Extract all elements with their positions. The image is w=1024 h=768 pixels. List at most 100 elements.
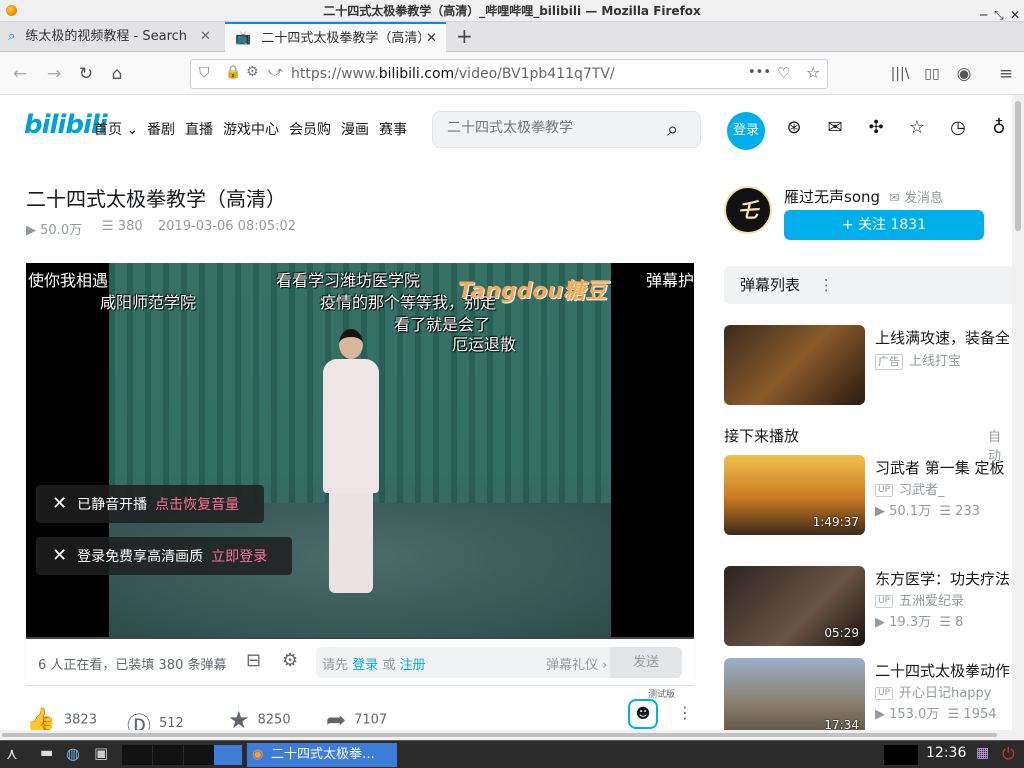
- uploader-avatar[interactable]: 乇: [724, 186, 772, 234]
- danmaku-icon: ☰: [939, 504, 952, 519]
- reload-icon[interactable]: ↻: [74, 62, 98, 86]
- url-text[interactable]: https://www.bilibili.com/video/BV1pb411q…: [291, 66, 615, 82]
- forward-icon[interactable]: →: [42, 62, 66, 86]
- performer-head: [339, 329, 363, 359]
- danmaku-count: ☰ 380: [102, 219, 143, 234]
- start-menu-icon[interactable]: ⋏: [6, 744, 18, 763]
- workspace-1[interactable]: [122, 745, 152, 765]
- clock: 12:36: [926, 745, 967, 761]
- search-input[interactable]: [447, 120, 657, 136]
- login-now-link[interactable]: 立即登录: [211, 549, 267, 565]
- more-options-icon[interactable]: ⋮: [677, 703, 693, 722]
- home-icon[interactable]: ⌂: [105, 62, 129, 86]
- register-link[interactable]: 注册: [399, 658, 425, 673]
- favorites-icon[interactable]: ☆: [906, 117, 928, 139]
- login-link[interactable]: 登录: [352, 658, 378, 673]
- nav-home[interactable]: 首页 ⌄: [94, 119, 138, 139]
- uploader-info[interactable]: UP 习武者_: [875, 479, 945, 498]
- view-count: ▶ 50.0万: [26, 223, 83, 238]
- taskbar-firefox-window[interactable]: ◉ 二十四式太极拳…: [247, 743, 397, 767]
- stats-info: ▶ 50.1万 ☰ 233: [875, 504, 980, 519]
- permissions-icon[interactable]: ⚙: [246, 64, 259, 80]
- file-manager-icon[interactable]: ▬: [40, 745, 53, 761]
- recommend-title[interactable]: 习武者 第一集 定板: [875, 457, 1005, 478]
- premium-icon[interactable]: ⊛: [783, 117, 805, 139]
- uploader-info[interactable]: UP 五洲爱纪录: [875, 590, 964, 609]
- horizontal-scrollbar[interactable]: [0, 730, 1012, 740]
- nav-live[interactable]: 直播: [185, 119, 213, 139]
- workspace-2[interactable]: [153, 745, 183, 765]
- dynamics-icon[interactable]: ✣: [865, 117, 887, 139]
- uploader-info[interactable]: UP 开心日记happy: [875, 682, 991, 701]
- scrollbar-thumb[interactable]: [2, 733, 997, 737]
- lock-icon[interactable]: 🔒: [225, 65, 241, 80]
- tab-search[interactable]: ⌕ 练太极的视频教程 - Search ✕: [0, 22, 224, 52]
- danmaku-comment: 厄运退散: [452, 335, 517, 354]
- ad-thumbnail[interactable]: [724, 325, 865, 405]
- more-options-icon[interactable]: ⋮: [819, 276, 834, 294]
- page-actions-icon[interactable]: •••: [748, 65, 771, 80]
- danmaku-settings-icon[interactable]: ⚙: [282, 650, 298, 671]
- url-bar[interactable]: ⛉ 🔒 ⚙ ⤻ https://www.bilibili.com/video/B…: [190, 59, 828, 89]
- history-icon[interactable]: ◷: [947, 117, 969, 139]
- bookmark-star-icon[interactable]: ☆: [806, 63, 820, 82]
- library-icon[interactable]: |||\: [888, 62, 912, 86]
- menu-icon[interactable]: ≡: [994, 62, 1018, 86]
- tab-bar: ⌕ 练太极的视频教程 - Search ✕ 📺 二十四式太极拳教学（高清） ✕ …: [0, 22, 1024, 52]
- nav-manga[interactable]: 漫画: [341, 119, 369, 139]
- login-toast: ✕ 登录免费享高清画质 立即登录: [36, 537, 292, 575]
- search-icon[interactable]: ⌕: [667, 117, 678, 141]
- recommend-title[interactable]: 东方医学：功夫疗法: [875, 568, 1010, 589]
- login-button[interactable]: 登录: [727, 112, 765, 150]
- close-tab-icon[interactable]: ✕: [426, 24, 437, 52]
- shield-icon[interactable]: ⛉: [199, 65, 210, 81]
- account-icon[interactable]: ◉: [952, 62, 976, 86]
- video-thumbnail[interactable]: 05:29: [724, 566, 865, 646]
- recommend-title[interactable]: 二十四式太极拳动作: [875, 660, 1010, 681]
- bilibili-tv-icon: 📺: [235, 31, 252, 46]
- video-thumbnail[interactable]: 17:34: [724, 658, 865, 738]
- danmaku-toggle-icon[interactable]: ⊟: [246, 650, 261, 671]
- video-thumbnail[interactable]: 1:49:37: [724, 455, 865, 535]
- uploader-name[interactable]: 雁过无声song: [784, 186, 880, 207]
- vertical-scrollbar[interactable]: [1012, 95, 1024, 740]
- search-icon: ⌕: [8, 29, 16, 44]
- send-button[interactable]: 发送: [610, 647, 682, 678]
- tab-bilibili[interactable]: 📺 二十四式太极拳教学（高清） ✕: [225, 22, 446, 52]
- restore-volume-link[interactable]: 点击恢复音量: [155, 497, 239, 513]
- tray-block: [884, 745, 918, 765]
- danmaku-input[interactable]: 请先 登录 或 注册 弹幕礼仪 › 发送: [316, 647, 682, 678]
- follow-button[interactable]: + 关注 1831: [784, 210, 984, 240]
- browser-icon[interactable]: ◍: [66, 744, 80, 763]
- power-icon[interactable]: ⏻: [1002, 744, 1015, 764]
- danmaku-list-panel[interactable]: 弹幕列表 ⋮: [724, 266, 1012, 304]
- video-player[interactable]: 使你我相遇 咸阳师范学院 看看学习潍坊医学院 疫情的那个等等我，别走 看了就是会…: [26, 263, 694, 639]
- workspace-3[interactable]: [184, 745, 214, 765]
- new-tab-icon[interactable]: +: [456, 24, 473, 48]
- send-message-link[interactable]: ✉ 发消息: [889, 187, 943, 206]
- window-titlebar: 二十四式太极拳教学（高清）_哔哩哔哩_bilibili — Mozilla Fi…: [0, 0, 1024, 22]
- performer-body: [323, 359, 379, 493]
- tracking-icon[interactable]: ⤻: [268, 64, 283, 80]
- back-icon[interactable]: ←: [8, 62, 32, 86]
- pocket-icon[interactable]: ♡: [777, 64, 790, 82]
- creation-icon[interactable]: ♁: [988, 117, 1010, 139]
- danmaku-comment: 弹幕护: [646, 271, 694, 290]
- stats-info: ▶ 19.3万 ☰ 8: [875, 615, 964, 630]
- danmaku-etiquette-link[interactable]: 弹幕礼仪 ›: [546, 654, 607, 673]
- scrollbar-thumb[interactable]: [1015, 101, 1021, 231]
- nav-anime[interactable]: 番剧: [147, 119, 175, 139]
- nav-esports[interactable]: 赛事: [379, 119, 407, 139]
- user-icon[interactable]: ▦: [976, 745, 989, 761]
- nav-shop[interactable]: 会员购: [289, 119, 331, 139]
- workspace-4[interactable]: [214, 745, 242, 765]
- nav-game-center[interactable]: 游戏中心: [223, 119, 279, 139]
- window-switch-icon[interactable]: ▣: [94, 744, 108, 762]
- close-tab-icon[interactable]: ✕: [200, 22, 211, 52]
- close-icon[interactable]: ✕: [52, 545, 67, 566]
- recommend-title[interactable]: 上线满攻速，装备全: [875, 327, 1010, 348]
- ai-assistant-icon[interactable]: ☻: [628, 699, 658, 729]
- sidebar-icon[interactable]: ▯▯: [920, 62, 944, 86]
- message-icon[interactable]: ✉: [824, 117, 846, 139]
- close-icon[interactable]: ✕: [52, 493, 67, 514]
